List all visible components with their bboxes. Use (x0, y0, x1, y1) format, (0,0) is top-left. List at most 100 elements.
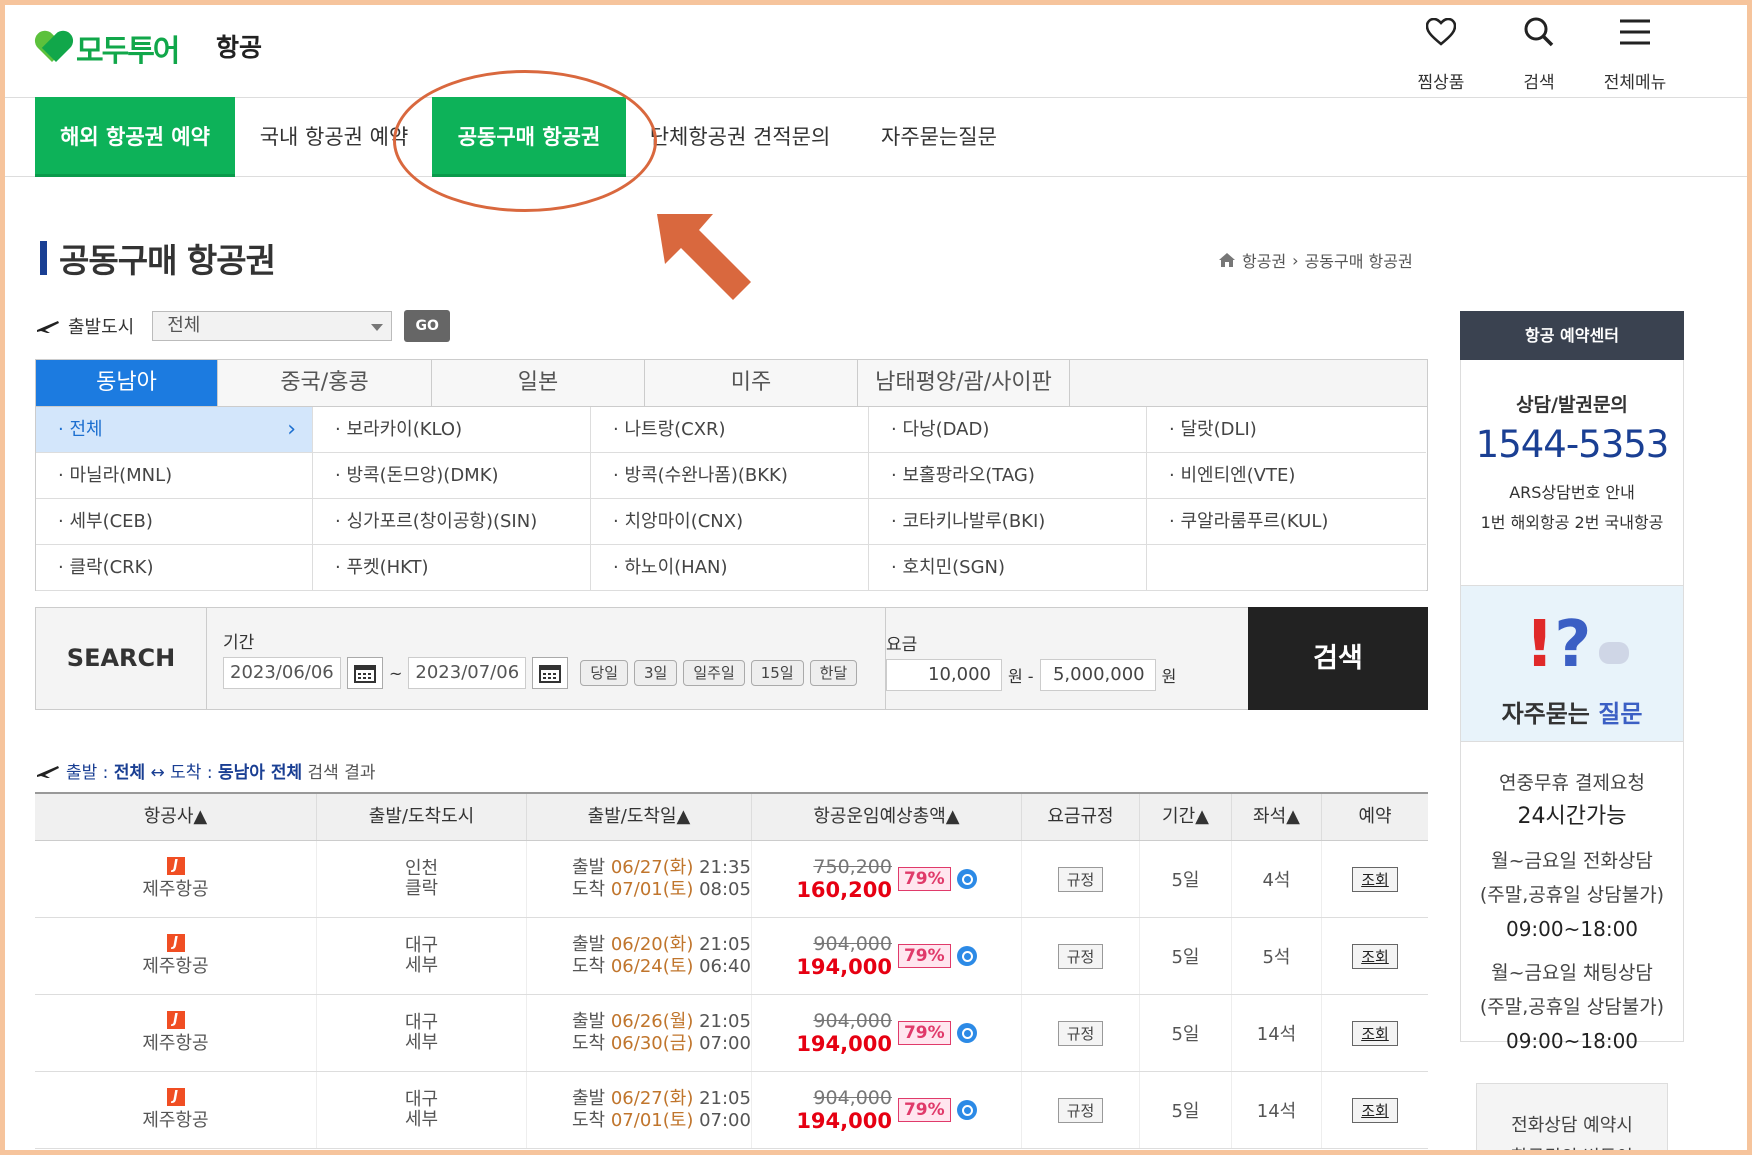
city-item[interactable]: · 다낭(DAD) (869, 407, 1147, 453)
city-item[interactable]: · 세부(CEB) (36, 499, 313, 545)
city-item[interactable]: · 방콕(돈므앙)(DMK) (313, 453, 591, 499)
city-item[interactable]: · 싱가포르(창이공항)(SIN) (313, 499, 591, 545)
rules-button[interactable]: 규정 (1057, 866, 1104, 892)
reserve-cell: 조회 (1322, 1072, 1428, 1148)
period-chip-today[interactable]: 당일 (580, 660, 629, 686)
airline-name: 제주항공 (142, 1033, 209, 1054)
col-airline[interactable]: 항공사▲ (35, 794, 317, 840)
fare-discounted: 194,000 (796, 955, 892, 979)
rules-button[interactable]: 규정 (1057, 1020, 1104, 1046)
discount-badge: 79% (897, 867, 951, 891)
city-item[interactable]: · 마닐라(MNL) (36, 453, 313, 499)
city-item[interactable]: · 쿠알라룸푸르(KUL) (1147, 499, 1426, 545)
speech-bubble-icon (1599, 642, 1629, 664)
jeju-air-logo-icon: J (166, 934, 185, 952)
col-dates[interactable]: 출발/도착일▲ (527, 794, 752, 840)
search-label: 검색 (1523, 73, 1555, 93)
table-header: 항공사▲ 출발/도착도시 출발/도착일▲ 항공운임예상총액▲ 요금규정 기간▲ … (35, 794, 1428, 841)
page-title: 공동구매 항공권 (40, 234, 276, 282)
nav-overseas-flights[interactable]: 해외 항공권 예약 (35, 97, 235, 177)
dates-cell: 출발 06/27(화) 21:35 도착 07/01(토) 08:05 (527, 841, 752, 917)
calendar-icon[interactable] (347, 657, 383, 689)
col-seats[interactable]: 좌석▲ (1232, 794, 1322, 840)
tab-south-pacific[interactable]: 남태평양/괌/사이판 (858, 360, 1070, 406)
faq-banner[interactable]: !? 자주묻는 질문 (1460, 586, 1684, 742)
search-icon (1524, 10, 1554, 54)
route-cell: 대구 세부 (317, 995, 527, 1071)
search-button[interactable]: 검색 (1494, 10, 1584, 93)
col-fare[interactable]: 항공운임예상총액▲ (752, 794, 1022, 840)
hours-line: 월~금요일 전화상담 (1491, 850, 1653, 872)
city-item[interactable]: · 호치민(SGN) (869, 545, 1147, 591)
city-item[interactable]: · 클락(CRK) (36, 545, 313, 591)
search-submit-button[interactable]: 검색 (1248, 607, 1428, 710)
phone-number[interactable]: 1544-5353 (1461, 423, 1683, 466)
route-cell: 인천 클락 (317, 841, 527, 917)
city-item[interactable]: · 달랏(DLI) (1147, 407, 1426, 453)
magnifier-icon[interactable] (956, 1100, 977, 1120)
magnifier-icon[interactable] (956, 869, 977, 889)
summary-arr: 동남아 전체 (218, 763, 303, 783)
depart-city-select[interactable]: 전체 (152, 311, 393, 341)
home-icon[interactable] (1218, 252, 1236, 268)
tab-southeast-asia[interactable]: 동남아 (36, 360, 218, 406)
date-from-input[interactable]: 2023/06/06 (223, 657, 341, 689)
go-button[interactable]: GO (404, 310, 451, 342)
fare-min-input[interactable]: 10,000 (886, 659, 1002, 691)
city-item[interactable]: · 치앙마이(CNX) (591, 499, 869, 545)
arr-label: 도착 (572, 1033, 606, 1054)
rules-cell: 규정 (1022, 841, 1140, 917)
hours-line: (주말,공휴일 상담불가) (1479, 996, 1665, 1018)
city-item[interactable]: · 보홀팡라오(TAG) (869, 453, 1147, 499)
nav-group-buy-flights[interactable]: 공동구매 항공권 (432, 97, 626, 177)
result-table: 항공사▲ 출발/도착도시 출발/도착일▲ 항공운임예상총액▲ 요금규정 기간▲ … (35, 792, 1428, 1149)
city-item[interactable]: · 푸켓(HKT) (313, 545, 591, 591)
col-rules: 요금규정 (1022, 794, 1140, 840)
phone-reserve-box[interactable]: 전화상담 예약시 항공권의 변동이 (1476, 1083, 1668, 1155)
period-chip-3days[interactable]: 3일 (634, 660, 678, 686)
fare-cell: 750,200 160,200 79% (752, 841, 1022, 917)
period-chip-month[interactable]: 한달 (809, 660, 858, 686)
logo[interactable]: 모두투어 (36, 26, 180, 70)
nav-domestic-flights[interactable]: 국내 항공권 예약 (243, 97, 425, 177)
city-item-all[interactable]: · 전체 › (36, 407, 313, 453)
jeju-air-logo-icon: J (166, 857, 185, 875)
section-name: 항공 (216, 33, 263, 62)
tab-china-hongkong[interactable]: 중국/홍콩 (218, 360, 432, 406)
period-chip-15days[interactable]: 15일 (750, 660, 804, 686)
view-button[interactable]: 조회 (1352, 1020, 1398, 1046)
summary-dep: 전체 (113, 763, 146, 783)
depart-city-value: 전체 (167, 315, 201, 336)
rules-button[interactable]: 규정 (1057, 943, 1104, 969)
arr-date: 06/30(금) (610, 1033, 694, 1054)
view-button[interactable]: 조회 (1352, 1097, 1398, 1123)
date-row: 2023/06/06 ~ 2023/07/06 당일 3일 일주일 15일 한달 (223, 657, 858, 689)
summary-dep-label: 출발 : (66, 763, 114, 783)
breadcrumb-item[interactable]: 항공권 (1242, 248, 1286, 272)
magnifier-icon[interactable] (956, 1023, 977, 1043)
col-period[interactable]: 기간▲ (1140, 794, 1232, 840)
city-item[interactable]: · 하노이(HAN) (591, 545, 869, 591)
summary-suffix: 검색 결과 (307, 763, 376, 783)
tab-americas[interactable]: 미주 (645, 360, 858, 406)
airline-name: 제주항공 (142, 879, 209, 900)
date-to-input[interactable]: 2023/07/06 (408, 657, 527, 689)
city-item[interactable]: · 코타키나발루(BKI) (869, 499, 1147, 545)
chevron-right-icon: › (287, 417, 296, 442)
city-item[interactable]: · 보라카이(KLO) (313, 407, 591, 453)
calendar-icon[interactable] (532, 657, 569, 689)
tab-japan[interactable]: 일본 (432, 360, 645, 406)
period-chip-week[interactable]: 일주일 (683, 660, 745, 686)
rules-button[interactable]: 규정 (1057, 1097, 1104, 1123)
city-item[interactable]: · 방콕(수완나폼)(BKK) (591, 453, 869, 499)
all-menu-button[interactable]: 전체메뉴 (1590, 10, 1680, 93)
nav-group-quote[interactable]: 단체항공권 견적문의 (640, 97, 840, 177)
city-item[interactable]: · 비엔티엔(VTE) (1147, 453, 1426, 499)
fare-max-input[interactable]: 5,000,000 (1039, 659, 1156, 691)
view-button[interactable]: 조회 (1352, 866, 1398, 892)
nav-faq[interactable]: 자주묻는질문 (872, 97, 1006, 177)
city-item[interactable]: · 나트랑(CXR) (591, 407, 869, 453)
magnifier-icon[interactable] (956, 946, 977, 966)
view-button[interactable]: 조회 (1352, 943, 1398, 969)
wishlist-button[interactable]: 찜상품 (1396, 10, 1486, 93)
